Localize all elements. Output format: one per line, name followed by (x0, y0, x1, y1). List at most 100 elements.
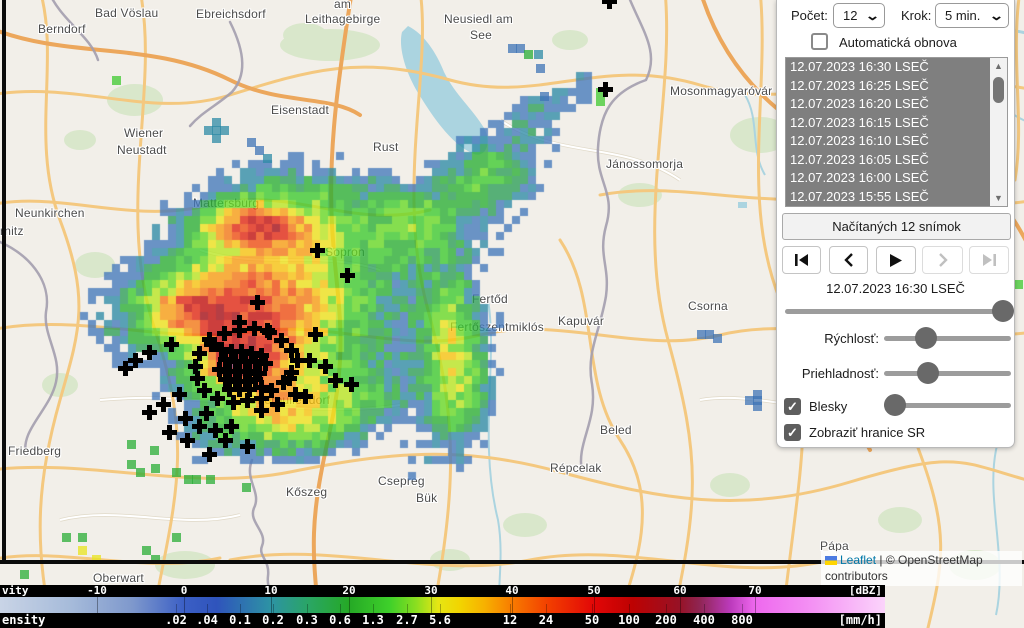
lightning-strike-icon (142, 345, 157, 360)
lightning-strike-icon (328, 373, 343, 388)
rate-tick: .04 (196, 613, 218, 628)
attribution-separator: | © (876, 553, 898, 567)
skip-to-end-button[interactable] (969, 246, 1009, 274)
dbz-tick: -10 (87, 585, 107, 597)
dbz-tick: 10 (264, 585, 277, 597)
speed-slider-thumb[interactable] (915, 327, 937, 349)
gradient-tick (742, 604, 743, 613)
rate-tick: 24 (539, 613, 553, 628)
attribution-line2: contributors (825, 569, 888, 583)
chevron-down-icon: ⌄ (865, 8, 880, 24)
timestamp-item[interactable]: 12.07.2023 15:55 LSEČ (786, 188, 1007, 207)
timestamp-item[interactable]: 12.07.2023 16:20 LSEČ (786, 95, 1007, 114)
legend-unit-mmh: [mm/h] (839, 613, 882, 628)
osm-text: OpenStreetMap (898, 553, 983, 567)
radar-legend: vity [dBZ] -10010203040506070 ensity [mm… (0, 585, 885, 628)
lightning-strike-icon (192, 419, 207, 434)
time-slider-track[interactable] (785, 309, 1012, 314)
gradient-tick (97, 597, 98, 613)
lightning-strike-icon (164, 337, 179, 352)
rate-tick: 0.3 (296, 613, 318, 628)
rate-tick: 1.3 (362, 613, 384, 628)
gradient-tick (755, 597, 756, 613)
rate-tick: 400 (693, 613, 715, 628)
timestamp-item[interactable]: 12.07.2023 16:25 LSEČ (786, 77, 1007, 96)
auto-refresh-checkbox[interactable] (811, 33, 828, 50)
control-panel: Počet: 12 ⌄ Krok: 5 min. ⌄ Automatická o… (776, 0, 1015, 448)
lightning-checkbox[interactable]: ✓ (784, 398, 801, 415)
lightning-strike-icon (602, 0, 617, 9)
rate-tick: 0.6 (329, 613, 351, 628)
scroll-down-icon[interactable]: ▼ (990, 190, 1007, 206)
gradient-tick (273, 604, 274, 613)
gradient-tick (240, 604, 241, 613)
timestamp-item[interactable]: 12.07.2023 16:05 LSEČ (786, 151, 1007, 170)
lightning-strike-icon (270, 397, 285, 412)
map[interactable]: Bad VöslauBerndorfEbreichsdorfamLeithage… (0, 0, 1024, 628)
dbz-tick: 30 (424, 585, 437, 597)
lightning-strike-icon (240, 439, 255, 454)
lightning-strike-icon (240, 393, 255, 408)
legend-color-gradient (0, 597, 885, 613)
timestamp-item[interactable]: 12.07.2023 16:30 LSEČ (786, 58, 1007, 77)
scrollbar-thumb[interactable] (993, 77, 1004, 103)
legend-rate-bar: ensity [mm/h] .02.040.10.20.30.61.32.75.… (0, 613, 885, 628)
pocet-select[interactable]: 12 ⌄ (833, 3, 885, 28)
leaflet-link[interactable]: Leaflet (840, 553, 876, 567)
gradient-tick (704, 604, 705, 613)
borders-checkbox[interactable]: ✓ (784, 424, 801, 441)
loaded-frames-button[interactable]: Načítaných 12 snímok (782, 213, 1011, 240)
time-slider-thumb[interactable] (992, 300, 1014, 322)
chevron-right-icon (938, 253, 948, 267)
timestamp-item[interactable]: 12.07.2023 16:10 LSEČ (786, 132, 1007, 151)
lightning-strike-icon (308, 327, 323, 342)
auto-refresh-label: Automatická obnova (839, 35, 957, 50)
lightning-strike-icon (224, 419, 239, 434)
rate-tick: 0.1 (229, 613, 251, 628)
gradient-tick (510, 604, 511, 613)
krok-label: Krok: (901, 8, 931, 23)
dbz-tick: 40 (505, 585, 518, 597)
listbox-scrollbar[interactable]: ▲ ▼ (990, 58, 1007, 206)
scroll-up-icon[interactable]: ▲ (990, 58, 1007, 74)
gradient-tick (271, 597, 272, 613)
rate-tick: 2.7 (396, 613, 418, 628)
lightning-strike-icon (156, 397, 171, 412)
gradient-tick (440, 604, 441, 613)
gradient-tick (407, 604, 408, 613)
krok-select[interactable]: 5 min. ⌄ (935, 3, 1009, 28)
gradient-tick (207, 604, 208, 613)
lightning-slider-thumb[interactable] (884, 394, 906, 416)
gradient-tick (176, 604, 177, 613)
rate-tick: 100 (618, 613, 640, 628)
lightning-strike-icon (282, 371, 297, 386)
timestamp-item[interactable]: 12.07.2023 16:15 LSEČ (786, 114, 1007, 133)
pocet-label: Počet: (791, 8, 828, 23)
rate-tick: .02 (165, 613, 187, 628)
lightning-strike-icon (226, 395, 241, 410)
skip-to-start-button[interactable] (782, 246, 821, 274)
lightning-label: Blesky (809, 399, 847, 414)
lightning-strike-icon (217, 326, 232, 341)
lightning-strike-icon (340, 268, 355, 283)
speed-slider-track[interactable] (884, 336, 1011, 341)
timestamp-item[interactable]: 12.07.2023 16:00 LSEČ (786, 169, 1007, 188)
rate-tick: 50 (585, 613, 599, 628)
lightning-strike-icon (118, 361, 133, 376)
pocet-value: 12 (843, 8, 857, 23)
play-button[interactable] (876, 246, 916, 274)
rate-tick: 800 (731, 613, 753, 628)
lightning-strike-icon (188, 359, 203, 374)
lightning-strike-icon (180, 433, 195, 448)
next-frame-button[interactable] (922, 246, 963, 274)
lightning-strike-icon (162, 425, 177, 440)
skip-end-icon (982, 254, 996, 266)
previous-frame-button[interactable] (829, 246, 868, 274)
timestamp-items: 12.07.2023 16:30 LSEČ12.07.2023 16:25 LS… (786, 58, 1007, 206)
opacity-slider-track[interactable] (884, 371, 1011, 376)
lightning-strike-icon (204, 337, 219, 352)
lightning-strike-icon (199, 406, 214, 421)
lightning-strike-icon (172, 387, 187, 402)
opacity-slider-thumb[interactable] (917, 362, 939, 384)
timestamp-listbox[interactable]: 12.07.2023 16:30 LSEČ12.07.2023 16:25 LS… (785, 57, 1008, 207)
